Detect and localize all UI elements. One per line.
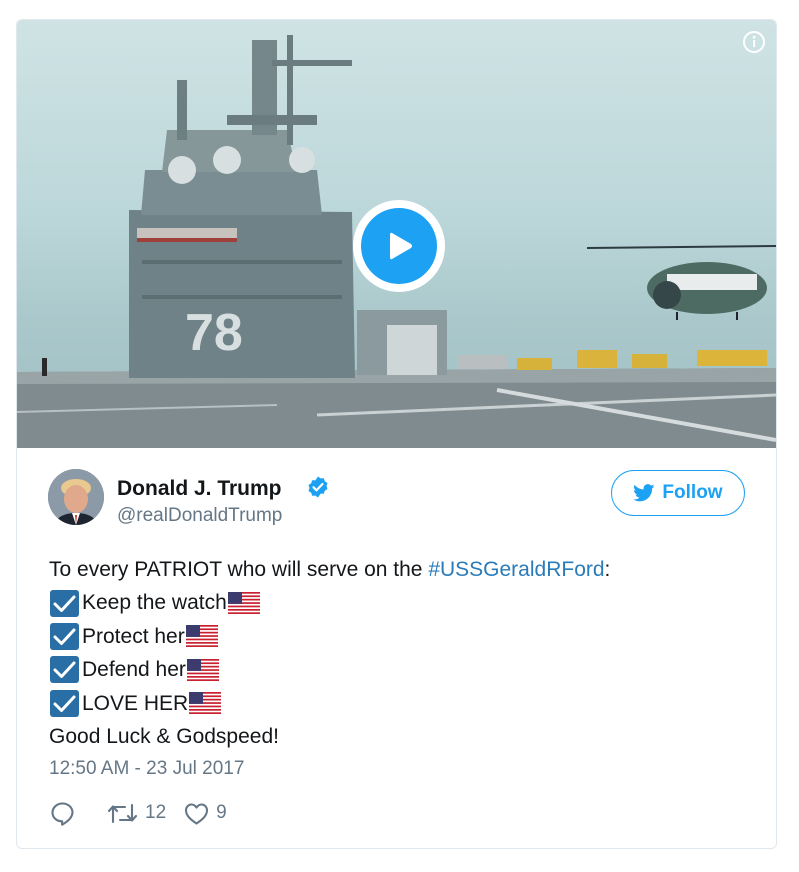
checklist-item-label: LOVE HER [82,691,189,715]
check-box-icon [50,689,79,717]
checklist-item: LOVE HER [49,687,749,720]
us-flag-icon [186,658,219,681]
info-circle-icon[interactable] [742,30,766,54]
verified-badge-icon [306,475,330,499]
play-button[interactable] [353,200,445,292]
us-flag-icon [185,625,218,648]
tweet-intro-text: To every PATRIOT who will serve on the [49,558,429,581]
checklist-item: Keep the watch [49,586,749,619]
video-player[interactable]: 78 [17,20,776,448]
author-handle[interactable]: @realDonaldTrump [117,505,282,527]
checklist-item: Defend her [49,653,749,686]
heart-icon [185,802,209,825]
checklist-item: Protect her [49,620,749,653]
like-count: 9 [216,802,227,823]
us-flag-icon [227,592,260,615]
play-icon [361,208,437,284]
tweet-actions: 12 9 [49,798,227,828]
tweet-card: 78 Donald J. Trump @realDonaldTrump Foll… [16,19,777,849]
check-box-icon [50,589,79,617]
reply-icon [51,801,74,826]
tweet-intro-line: To every PATRIOT who will serve on the #… [49,553,749,586]
tweet-text: To every PATRIOT who will serve on the #… [49,553,749,753]
retweet-count: 12 [145,802,167,823]
checklist-item-label: Protect her [82,624,185,648]
check-box-icon [50,656,79,684]
twitter-bird-icon [633,484,655,502]
checklist-item-label: Defend her [82,658,186,682]
us-flag-icon [189,692,222,715]
like-button[interactable]: 9 [183,800,227,827]
hashtag-link[interactable]: #USSGeraldRFord [428,553,604,586]
tweet-closing: Good Luck & Godspeed! [49,724,279,748]
tweet-timestamp[interactable]: 12:50 AM - 23 Jul 2017 [49,758,244,780]
retweet-icon [107,803,138,823]
check-box-icon [50,622,79,650]
retweet-button[interactable]: 12 [106,800,166,827]
tweet-intro-suffix: : [604,558,611,581]
reply-button[interactable] [49,800,76,827]
follow-label: Follow [662,482,723,503]
profile-avatar[interactable] [48,469,104,525]
checklist-item-label: Keep the watch [82,591,227,615]
svg-text:78: 78 [185,304,243,362]
tweet-closing-line: Good Luck & Godspeed! [49,720,749,753]
follow-button[interactable]: Follow [611,470,745,516]
author-display-name[interactable]: Donald J. Trump [117,477,282,501]
